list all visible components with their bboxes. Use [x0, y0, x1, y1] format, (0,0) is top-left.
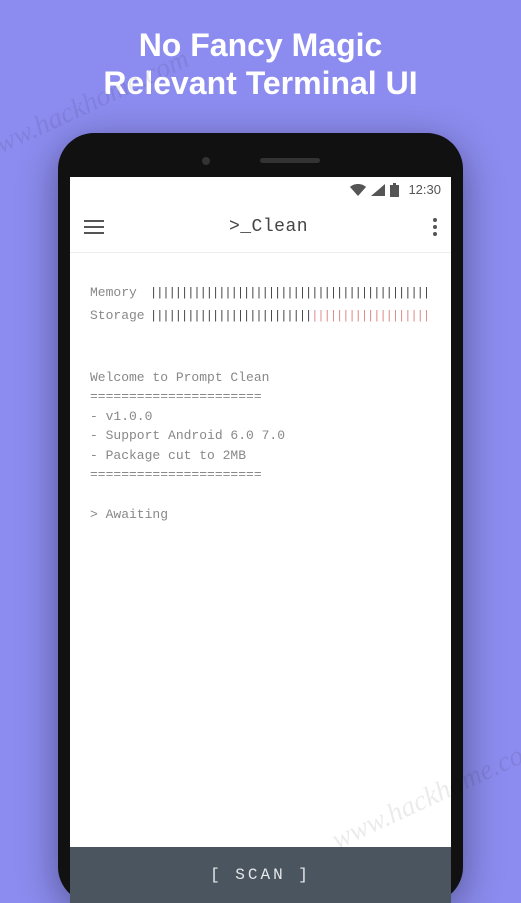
scan-button[interactable]: [ SCAN ]	[70, 847, 451, 903]
app-title: >_Clean	[229, 217, 308, 237]
menu-icon[interactable]	[84, 220, 104, 234]
speaker-slot	[260, 158, 320, 163]
content-area: Memory |||||||||||||||||||||||||||||||||…	[70, 253, 451, 847]
terminal-line-1: - v1.0.0	[90, 407, 431, 427]
promo-line-1: No Fancy Magic	[20, 26, 501, 64]
phone-hardware-top	[70, 153, 451, 169]
camera-dot	[202, 157, 210, 165]
storage-gauge: Storage ||||||||||||||||||||||||||||||||…	[90, 306, 431, 326]
status-bar: 12:30	[70, 177, 451, 203]
phone-frame: 12:30 >_Clean Memory |||||||||||||||||||…	[58, 133, 463, 903]
promo-banner: No Fancy Magic Relevant Terminal UI	[0, 0, 521, 119]
terminal-line-2: - Support Android 6.0 7.0	[90, 426, 431, 446]
memory-gauge: Memory |||||||||||||||||||||||||||||||||…	[90, 283, 431, 303]
terminal-welcome: Welcome to Prompt Clean	[90, 368, 431, 388]
terminal-awaiting: > Awaiting	[90, 505, 431, 525]
more-icon[interactable]	[433, 218, 437, 236]
terminal-line-3: - Package cut to 2MB	[90, 446, 431, 466]
memory-label: Memory	[90, 283, 150, 303]
terminal-divider-2: ======================	[90, 465, 431, 485]
promo-line-2: Relevant Terminal UI	[20, 64, 501, 102]
app-bar: >_Clean	[70, 203, 451, 253]
storage-label: Storage	[90, 306, 150, 326]
terminal-output: Welcome to Prompt Clean ================…	[90, 368, 431, 525]
wifi-icon	[350, 184, 366, 196]
status-time: 12:30	[408, 182, 441, 197]
storage-bar: ||||||||||||||||||||||||||||||||||||||||…	[150, 307, 431, 325]
terminal-divider: ======================	[90, 387, 431, 407]
battery-icon	[390, 183, 399, 197]
phone-screen: 12:30 >_Clean Memory |||||||||||||||||||…	[70, 177, 451, 903]
signal-icon	[371, 184, 385, 196]
memory-bar: ||||||||||||||||||||||||||||||||||||||||…	[150, 284, 431, 302]
scan-label: [ SCAN ]	[210, 866, 311, 884]
